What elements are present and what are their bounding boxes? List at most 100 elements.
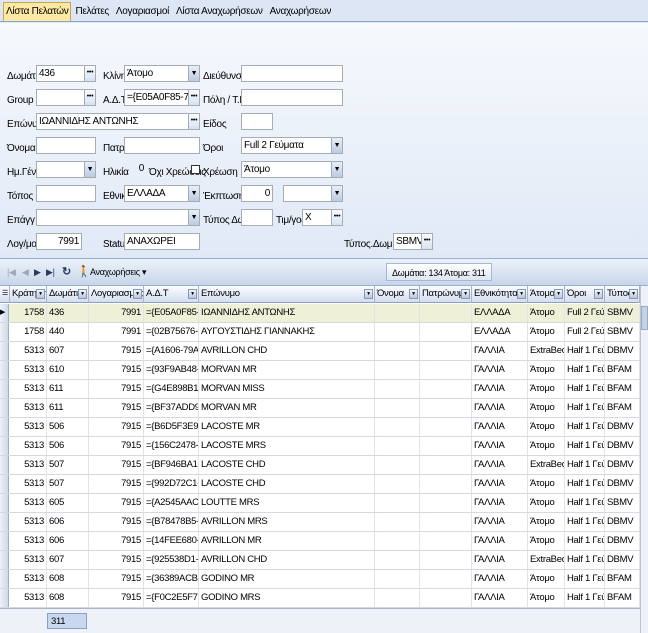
- discount-field[interactable]: 0: [241, 185, 273, 202]
- nationality-select[interactable]: ΕΛΛΑΔΑ ▼: [124, 185, 200, 202]
- filter-dropdown-icon[interactable]: ▼: [409, 289, 418, 299]
- table-row[interactable]: 53136107915={93F9AB48-FE82MORVAN MR ΓΑΛΛΙ…: [0, 361, 640, 380]
- tab-customer-list[interactable]: Λίστα Πελατών: [3, 2, 72, 21]
- header-column-chooser[interactable]: ☰: [0, 286, 10, 303]
- column-header-account[interactable]: Λογαριασμός ▼: [89, 286, 144, 303]
- filter-dropdown-icon[interactable]: ▼: [188, 289, 197, 299]
- filter-dropdown-icon[interactable]: ▼: [554, 289, 563, 299]
- row-indicator[interactable]: [0, 399, 9, 417]
- table-row[interactable]: 53135067915={156C2478-D325LACOSTE MRS ΓΑΛ…: [0, 437, 640, 456]
- row-indicator[interactable]: [0, 323, 9, 341]
- table-row[interactable]: 53136117915={BF37ADD9-78D0MORVAN MR ΓΑΛΛΙ…: [0, 399, 640, 418]
- column-header-person[interactable]: Άτομο ▼: [528, 286, 565, 303]
- prev-record-icon[interactable]: ◀: [22, 265, 29, 279]
- column-header-patronymic[interactable]: Πατρώνυμο ▼: [420, 286, 472, 303]
- group-field[interactable]: •••: [36, 89, 96, 106]
- place-field[interactable]: [36, 185, 96, 202]
- room-type-xr-field[interactable]: SBMV •••: [393, 233, 433, 250]
- discount-type-select[interactable]: ▼: [283, 185, 343, 202]
- table-row[interactable]: 53135077915={992D72C1-6815LACOSTE CHD ΓΑΛ…: [0, 475, 640, 494]
- row-indicator[interactable]: [0, 494, 9, 512]
- table-row[interactable]: 53135077915={BF946BA1-F490LACOSTE CHD ΓΑΛ…: [0, 456, 640, 475]
- table-row[interactable]: 53136087915={F0C2E5F7-8371GODINO MRS ΓΑΛΛ…: [0, 589, 640, 608]
- table-row[interactable]: 53136067915={14FEE680-1E25AVRILLON MR ΓΑΛ…: [0, 532, 640, 551]
- column-header-room[interactable]: Δωμάτιο ▼: [47, 286, 89, 303]
- city-field[interactable]: [241, 89, 343, 106]
- filter-dropdown-icon[interactable]: ▼: [364, 289, 373, 299]
- price-list-lookup-button[interactable]: •••: [331, 210, 342, 225]
- table-row[interactable]: 53135067915={B6D5F3E9-566CLACOSTE MR ΓΑΛΛ…: [0, 418, 640, 437]
- surname-lookup-button[interactable]: •••: [188, 114, 199, 129]
- column-header-terms[interactable]: Όροι ▼: [565, 286, 605, 303]
- address-field[interactable]: [241, 65, 343, 82]
- table-row[interactable]: 53136077915={925538D1-8161AVRILLON CHD ΓΑ…: [0, 551, 640, 570]
- person-walk-icon[interactable]: 🚶: [77, 265, 91, 279]
- chevron-down-icon[interactable]: ▼: [188, 186, 199, 201]
- table-row[interactable]: 53136087915={36389ACB-656AGODINO MR ΓΑΛΛΙ…: [0, 570, 640, 589]
- room-field[interactable]: 436 •••: [36, 65, 96, 82]
- first-record-icon[interactable]: |◀: [7, 265, 16, 279]
- row-indicator[interactable]: [0, 475, 9, 493]
- filter-dropdown-icon[interactable]: ▼: [78, 289, 87, 299]
- table-row[interactable]: 53136067915={B78478B5-2E56AVRILLON MRS ΓΑ…: [0, 513, 640, 532]
- no-charge-checkbox[interactable]: [191, 165, 200, 174]
- filter-dropdown-icon[interactable]: ▼: [629, 289, 638, 299]
- refresh-icon[interactable]: ↻: [62, 265, 71, 279]
- row-indicator[interactable]: [0, 551, 9, 569]
- filter-dropdown-icon[interactable]: ▼: [133, 289, 142, 299]
- chevron-down-icon[interactable]: ▼: [331, 162, 342, 177]
- chevron-down-icon[interactable]: ▼: [331, 186, 342, 201]
- table-row[interactable]: 53136117915={G4E898B1-0DACMORVAN MISS ΓΑΛ…: [0, 380, 640, 399]
- scroll-thumb[interactable]: [641, 306, 648, 330]
- age-field[interactable]: 0: [124, 161, 146, 178]
- father-field[interactable]: [124, 137, 200, 154]
- name-field[interactable]: [36, 137, 96, 154]
- row-indicator[interactable]: [0, 361, 9, 379]
- row-indicator[interactable]: [0, 456, 9, 474]
- vertical-scrollbar[interactable]: [640, 286, 648, 633]
- column-header-booking[interactable]: Κράτηση ▼: [10, 286, 47, 303]
- chevron-down-icon[interactable]: ▼: [188, 210, 199, 225]
- occupation-select[interactable]: ▼: [36, 209, 200, 226]
- table-row[interactable]: ▶17584367991={E05A0F85-79B7ΙΩΑΝΝΙΔΗΣ ΑΝΤ…: [0, 304, 640, 323]
- type-field[interactable]: [241, 113, 273, 130]
- status-field[interactable]: ΑΝΑΧΩΡΕΙ: [124, 233, 200, 250]
- tab-accounts[interactable]: Λογαριασμοί: [113, 2, 172, 21]
- tab-customers[interactable]: Πελάτες: [72, 2, 111, 21]
- filter-dropdown-icon[interactable]: ▼: [36, 289, 45, 299]
- row-indicator[interactable]: [0, 380, 9, 398]
- price-list-field[interactable]: X •••: [302, 209, 343, 226]
- bed-select[interactable]: Άτομο ▼: [124, 65, 200, 82]
- room-type-field[interactable]: [241, 209, 273, 226]
- row-indicator[interactable]: [0, 418, 9, 436]
- adt-lookup-button[interactable]: •••: [188, 90, 199, 105]
- departures-dropdown[interactable]: Αναχωρήσεις ▾: [90, 265, 147, 279]
- column-header-adt[interactable]: Α.Δ.Τ ▼: [144, 286, 199, 303]
- last-record-icon[interactable]: ▶|: [46, 265, 55, 279]
- account-field[interactable]: 7991: [36, 233, 82, 250]
- surname-field[interactable]: ΙΩΑΝΝΙΔΗΣ ΑΝΤΩΝΗΣ •••: [36, 113, 200, 130]
- room-lookup-button[interactable]: •••: [84, 66, 95, 81]
- filter-dropdown-icon[interactable]: ▼: [461, 289, 470, 299]
- column-header-name[interactable]: Όνομα ▼: [375, 286, 420, 303]
- chevron-down-icon[interactable]: ▼: [331, 138, 342, 153]
- column-header-surname[interactable]: Επώνυμο ▼: [199, 286, 375, 303]
- column-header-type[interactable]: Τύπος ▼: [605, 286, 640, 303]
- chevron-down-icon[interactable]: ▼: [84, 162, 95, 177]
- terms-select[interactable]: Full 2 Γεύματα ▼: [241, 137, 343, 154]
- row-indicator[interactable]: [0, 532, 9, 550]
- next-record-icon[interactable]: ▶: [34, 265, 41, 279]
- row-indicator[interactable]: [0, 570, 9, 588]
- table-row[interactable]: 17584407991={02B75676-0C6AΑΥΓΟΥΣΤΙΔΗΣ ΓΙ…: [0, 323, 640, 342]
- tab-departure-list[interactable]: Λίστα Αναχωρήσεων: [173, 2, 266, 21]
- birthdate-select[interactable]: ▼: [36, 161, 96, 178]
- room-type-xr-lookup-button[interactable]: •••: [421, 234, 432, 249]
- filter-dropdown-icon[interactable]: ▼: [517, 289, 526, 299]
- row-indicator[interactable]: [0, 513, 9, 531]
- adt-field[interactable]: ={E05A0F85-79B7 •••: [124, 89, 200, 106]
- row-indicator[interactable]: ▶: [0, 304, 9, 322]
- column-header-nationality[interactable]: Εθνικότητα ▼: [472, 286, 528, 303]
- filter-dropdown-icon[interactable]: ▼: [594, 289, 603, 299]
- table-row[interactable]: 5313 607 7915 ={A1606-79A8 AVRILLON CHD ΓΑΛΛΙ…: [0, 342, 640, 361]
- row-indicator[interactable]: [0, 437, 9, 455]
